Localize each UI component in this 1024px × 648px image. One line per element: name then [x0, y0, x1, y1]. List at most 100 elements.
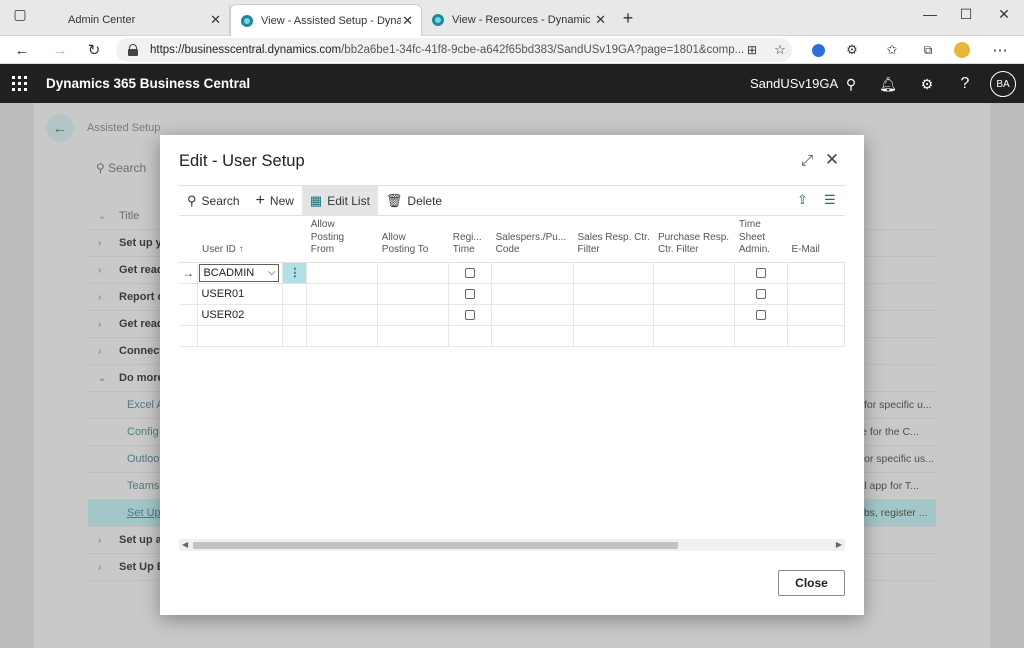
tab-resources[interactable]: View - Resources - Dynamics 365 ✕ — [422, 4, 614, 36]
column-header-sales-resp-filter[interactable]: Sales Resp. Ctr. Filter — [573, 216, 654, 263]
row-actions-icon[interactable]: ⋮ — [282, 262, 308, 284]
delete-label: Delete — [407, 193, 443, 208]
forward-icon[interactable]: → — [48, 38, 72, 62]
tab-actions-icon[interactable]: ▢ — [2, 0, 38, 28]
allow-posting-to-cell[interactable] — [377, 262, 450, 284]
salespers-code-cell[interactable] — [491, 304, 574, 326]
sales-resp-filter-cell[interactable] — [573, 304, 655, 326]
edit-list-button[interactable]: ▦ Edit List — [301, 186, 378, 215]
time-sheet-admin-checkbox[interactable] — [756, 267, 767, 278]
scroll-right-icon[interactable]: ▶ — [836, 540, 842, 549]
share-icon[interactable]: ⇪ — [797, 192, 808, 208]
new-tab-icon[interactable]: + — [610, 4, 646, 32]
row-actions-cell[interactable] — [282, 304, 308, 326]
register-time-checkbox[interactable] — [465, 267, 476, 278]
user-id-input[interactable]: BCADMIN ⌵ — [199, 263, 280, 282]
app-available-icon[interactable]: ⊞ — [740, 38, 764, 62]
time-sheet-admin-cell[interactable] — [734, 283, 788, 305]
column-header-email[interactable]: E-Mail — [787, 216, 845, 263]
chevron-down-icon: ⌵ — [267, 267, 276, 278]
refresh-icon[interactable]: ↻ — [82, 38, 106, 62]
sales-resp-filter-cell[interactable] — [573, 283, 655, 305]
user-id-cell[interactable]: BCADMIN ⌵ — [197, 262, 284, 284]
close-icon[interactable]: ✕ — [821, 149, 843, 171]
close-tab-icon[interactable]: ✕ — [210, 12, 221, 28]
more-menu-icon[interactable]: ⋯ — [988, 38, 1012, 62]
register-time-cell[interactable] — [448, 283, 493, 305]
tab-assisted-setup[interactable]: View - Assisted Setup - Dynamic ✕ — [230, 4, 422, 36]
user-setup-table: User ID ↑ Allow Posting From Allow Posting … — [179, 216, 845, 347]
register-time-checkbox[interactable] — [465, 288, 476, 299]
url-field[interactable]: https://businesscentral.dynamics.com/bb2… — [116, 38, 792, 62]
column-header-salespers-code[interactable]: Salespers./Pu... Code — [491, 216, 574, 263]
minimize-icon[interactable]: — — [912, 0, 948, 28]
email-cell[interactable] — [787, 262, 845, 284]
new-button[interactable]: + New — [248, 186, 302, 215]
register-time-cell[interactable] — [448, 304, 493, 326]
expand-icon[interactable]: ⤢ — [796, 149, 818, 171]
scrollbar-thumb[interactable] — [193, 542, 678, 549]
background-search[interactable]: ⚲ Search — [96, 161, 146, 175]
close-window-icon[interactable]: ✕ — [986, 0, 1022, 28]
close-button[interactable]: Close — [778, 570, 845, 596]
register-time-checkbox[interactable] — [465, 309, 476, 320]
close-tab-icon[interactable]: ✕ — [402, 13, 413, 29]
register-time-cell[interactable] — [448, 262, 493, 284]
back-arrow-icon[interactable]: ← — [46, 114, 74, 142]
user-id-cell[interactable]: USER01 — [197, 283, 284, 305]
app-launcher-icon[interactable] — [12, 76, 27, 91]
horizontal-scrollbar[interactable]: ◀ ▶ — [179, 539, 845, 551]
time-sheet-admin-checkbox[interactable] — [756, 288, 767, 299]
help-icon[interactable]: ? — [954, 73, 976, 95]
column-header-time-sheet-admin[interactable]: Time Sheet Admin. — [734, 216, 788, 263]
table-row[interactable]: USER02 — [179, 304, 845, 326]
allow-posting-to-cell[interactable] — [377, 304, 450, 326]
extension-edge-icon[interactable] — [806, 38, 830, 62]
email-cell[interactable] — [787, 283, 845, 305]
table-row[interactable]: → BCADMIN ⌵ ⋮ — [179, 262, 845, 284]
tab-admin-center[interactable]: Admin Center ✕ — [38, 4, 230, 36]
purchase-resp-filter-cell[interactable] — [653, 304, 736, 326]
favorite-star-icon[interactable]: ☆ — [768, 38, 792, 62]
time-sheet-admin-checkbox[interactable] — [756, 309, 767, 320]
app-name[interactable]: Dynamics 365 Business Central — [46, 76, 250, 91]
time-sheet-admin-cell[interactable] — [734, 262, 788, 284]
search-button[interactable]: ⚲ Search — [179, 186, 248, 215]
table-row-empty[interactable] — [179, 325, 845, 347]
avatar[interactable]: BA — [990, 71, 1016, 97]
allow-posting-to-cell[interactable] — [377, 283, 450, 305]
column-header-allow-posting-to[interactable]: Allow Posting To — [377, 216, 449, 263]
scroll-left-icon[interactable]: ◀ — [182, 540, 188, 549]
column-header-allow-posting-from[interactable]: Allow Posting From — [306, 216, 378, 263]
allow-posting-from-cell[interactable] — [306, 304, 379, 326]
profile-icon[interactable] — [950, 38, 974, 62]
extensions-icon[interactable]: ⚙ — [840, 38, 864, 62]
allow-posting-from-cell[interactable] — [306, 262, 379, 284]
row-actions-cell[interactable] — [282, 283, 308, 305]
list-view-icon[interactable]: ☰ — [824, 192, 836, 208]
column-header-register-time[interactable]: Regi... Time — [448, 216, 492, 263]
table-row[interactable]: USER01 — [179, 283, 845, 305]
collections-icon[interactable]: ⧉ — [916, 38, 940, 62]
settings-gear-icon[interactable]: ⚙ — [916, 73, 938, 95]
salespers-code-cell[interactable] — [491, 262, 574, 284]
purchase-resp-filter-cell[interactable] — [653, 283, 736, 305]
notification-bell-icon[interactable]: 🔔︎ — [877, 73, 899, 95]
sales-resp-filter-cell[interactable] — [573, 262, 655, 284]
salespers-code-cell[interactable] — [491, 283, 574, 305]
back-icon[interactable]: ← — [10, 38, 34, 62]
edit-list-label: Edit List — [327, 193, 370, 208]
column-header-purchase-resp-filter[interactable]: Purchase Resp. Ctr. Filter — [653, 216, 735, 263]
delete-button[interactable]: 🗑︎ Delete — [378, 186, 450, 215]
maximize-icon[interactable]: ☐ — [948, 0, 984, 28]
time-sheet-admin-cell[interactable] — [734, 304, 788, 326]
favorites-icon[interactable]: ✩ — [880, 38, 904, 62]
indicator-header — [179, 216, 198, 263]
email-cell[interactable] — [787, 304, 845, 326]
user-id-cell[interactable]: USER02 — [197, 304, 284, 326]
purchase-resp-filter-cell[interactable] — [653, 262, 736, 284]
allow-posting-from-cell[interactable] — [306, 283, 379, 305]
search-icon[interactable]: ⚲ — [840, 73, 862, 95]
column-header-user-id[interactable]: User ID ↑ — [197, 216, 283, 263]
close-tab-icon[interactable]: ✕ — [595, 12, 606, 28]
